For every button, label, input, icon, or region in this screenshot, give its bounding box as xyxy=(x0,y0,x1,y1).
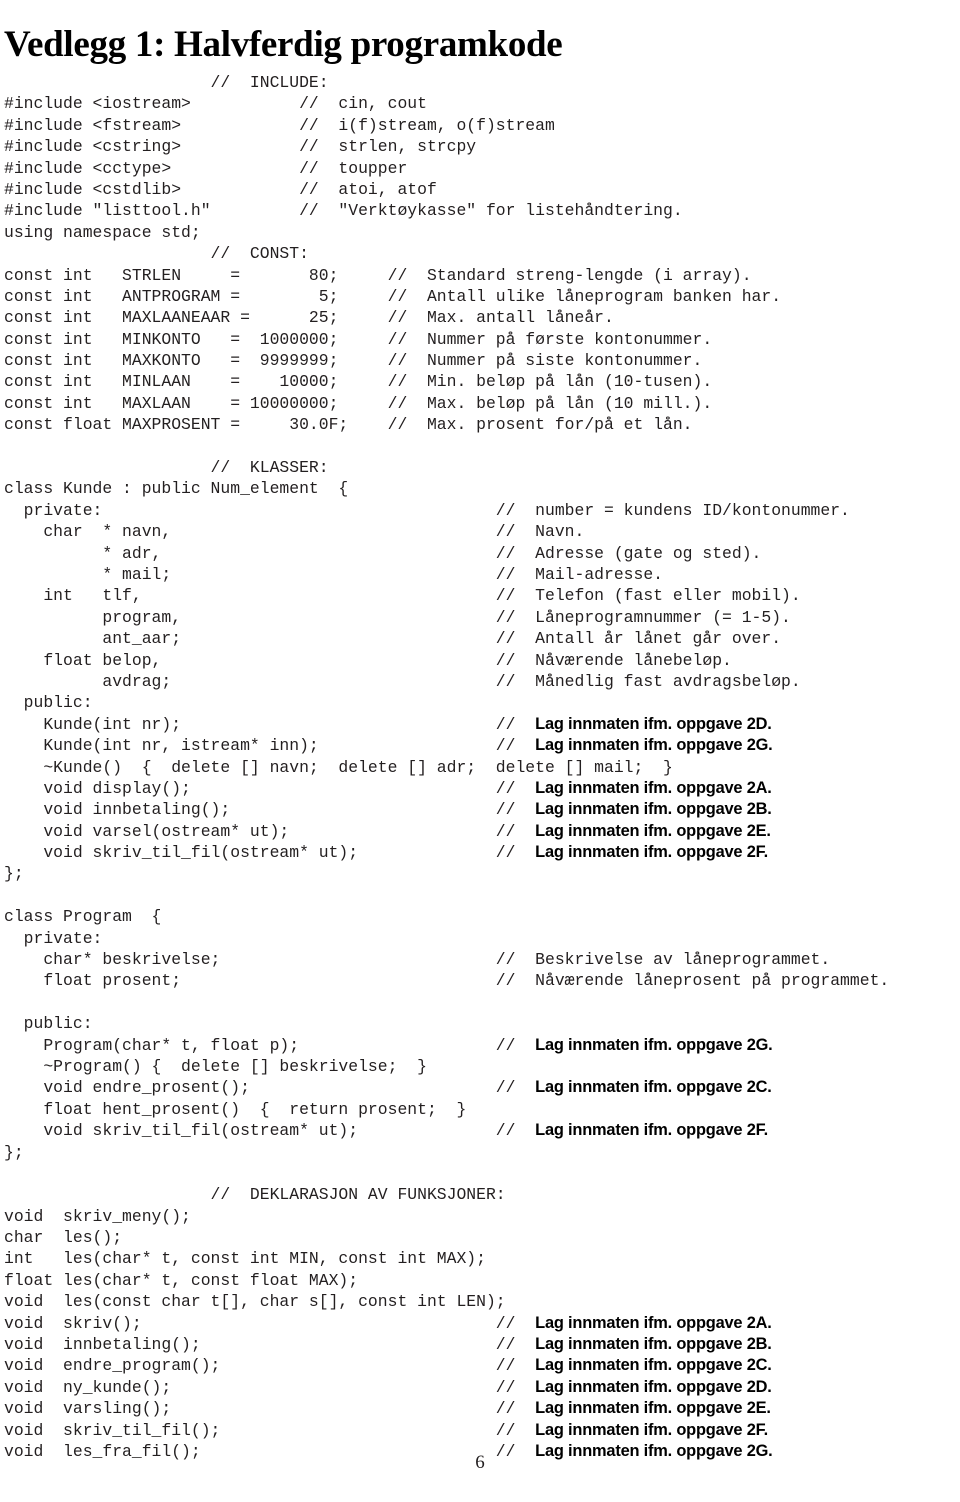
program-public-label: public: xyxy=(4,1014,93,1034)
include-line: #include <iostream> // cin, cout xyxy=(4,94,427,114)
const-line: const int ANTPROGRAM = 5; // Antall ulik… xyxy=(4,286,782,306)
const-line: const float MAXPROSENT = 30.0F; // Max. … xyxy=(4,415,693,435)
program-method: void endre_prosent(); // Lag innmaten if… xyxy=(4,1078,772,1098)
const-line: const int MINLAAN = 10000; // Min. beløp… xyxy=(4,372,713,392)
function-declaration: void innbetaling(); // Lag innmaten ifm.… xyxy=(4,1335,772,1355)
kunde-method: Kunde(int nr, istream* inn); // Lag innm… xyxy=(4,736,773,756)
kunde-method: void varsel(ostream* ut); // Lag innmate… xyxy=(4,821,771,841)
document-page: Vedlegg 1: Halvferdig programkode // INC… xyxy=(0,0,960,1502)
include-line: #include <fstream> // i(f)stream, o(f)st… xyxy=(4,115,555,135)
task-note: Lag innmaten ifm. oppgave 2A. xyxy=(535,778,772,797)
kunde-member: avdrag; // Månedlig fast avdragsbeløp. xyxy=(4,671,801,691)
kunde-member: int tlf, // Telefon (fast eller mobil). xyxy=(4,586,801,606)
task-note: Lag innmaten ifm. oppgave 2G. xyxy=(535,736,773,755)
program-member: float prosent; // Nåværende låneprosent … xyxy=(4,971,890,991)
include-line: #include <cstring> // strlen, strcpy xyxy=(4,137,477,157)
task-note: Lag innmaten ifm. oppgave 2E. xyxy=(535,1399,771,1418)
code-listing: // INCLUDE: #include <iostream> // cin, c… xyxy=(4,72,956,1462)
const-line: const int STRLEN = 80; // Standard stren… xyxy=(4,265,752,285)
kunde-member: program, // Låneprogramnummer (= 1-5). xyxy=(4,607,791,627)
function-declaration: void skriv_meny(); xyxy=(4,1206,496,1226)
task-note: Lag innmaten ifm. oppgave 2E. xyxy=(535,821,771,840)
kunde-member: ant_aar; // Antall år lånet går over. xyxy=(4,629,782,649)
task-note: Lag innmaten ifm. oppgave 2B. xyxy=(535,1335,772,1354)
kunde-member: float belop, // Nåværende lånebeløp. xyxy=(4,650,732,670)
function-declaration: int les(char* t, const int MIN, const in… xyxy=(4,1249,496,1269)
kunde-method: Kunde(int nr); // Lag innmaten ifm. oppg… xyxy=(4,714,772,734)
program-method: float hent_prosent() { return prosent; } xyxy=(4,1099,496,1119)
task-note: Lag innmaten ifm. oppgave 2A. xyxy=(535,1313,772,1332)
task-note: Lag innmaten ifm. oppgave 2F. xyxy=(535,843,768,862)
const-line: const int MAXLAAN = 10000000; // Max. be… xyxy=(4,393,713,413)
task-note: Lag innmaten ifm. oppgave 2B. xyxy=(535,800,772,819)
function-declaration: void les(const char t[], char s[], const… xyxy=(4,1292,506,1312)
kunde-method: void skriv_til_fil(ostream* ut); // Lag … xyxy=(4,843,768,863)
section-header-klasser: // KLASSER: xyxy=(4,458,329,478)
task-note: Lag innmaten ifm. oppgave 2D. xyxy=(535,714,772,733)
kunde-method: ~Kunde() { delete [] navn; delete [] adr… xyxy=(4,757,673,777)
kunde-member: * adr, // Adresse (gate og sted). xyxy=(4,543,762,563)
program-member: char* beskrivelse; // Beskrivelse av lån… xyxy=(4,950,831,970)
class-kunde-declaration: class Kunde : public Num_element { xyxy=(4,479,349,499)
kunde-public-label: public: xyxy=(4,693,93,713)
section-header-include: // INCLUDE: xyxy=(4,73,329,92)
const-line: const int MAXKONTO = 9999999; // Nummer … xyxy=(4,351,703,371)
class-program-declaration: class Program { xyxy=(4,907,162,927)
function-declaration: void endre_program(); // Lag innmaten if… xyxy=(4,1356,772,1376)
class-kunde-close: }; xyxy=(4,864,24,884)
const-line: const int MINKONTO = 1000000; // Nummer … xyxy=(4,329,713,349)
page-title: Vedlegg 1: Halvferdig programkode xyxy=(4,23,563,65)
task-note: Lag innmaten ifm. oppgave 2G. xyxy=(535,1035,773,1054)
function-declaration: void skriv_til_fil(); // Lag innmaten if… xyxy=(4,1420,768,1440)
program-method: ~Program() { delete [] beskrivelse; } xyxy=(4,1056,496,1076)
function-declaration: void varsling(); // Lag innmaten ifm. op… xyxy=(4,1399,771,1419)
task-note: Lag innmaten ifm. oppgave 2F. xyxy=(535,1420,768,1439)
const-line: const int MAXLAANEAAR = 25; // Max. anta… xyxy=(4,308,614,328)
task-note: Lag innmaten ifm. oppgave 2F. xyxy=(535,1121,768,1140)
page-number: 6 xyxy=(475,1452,485,1473)
include-line: #include <cctype> // toupper xyxy=(4,158,408,178)
kunde-member: char * navn, // Navn. xyxy=(4,522,585,542)
function-declaration: float les(char* t, const float MAX); xyxy=(4,1270,496,1290)
kunde-member: * mail; // Mail-adresse. xyxy=(4,564,664,584)
include-line: #include <cstdlib> // atoi, atof xyxy=(4,179,437,199)
include-line: using namespace std; xyxy=(4,222,201,242)
section-header-const: // CONST: xyxy=(4,244,309,264)
kunde-method: void innbetaling(); // Lag innmaten ifm.… xyxy=(4,800,772,820)
include-line: #include "listtool.h" // "Verktøykasse" … xyxy=(4,201,683,221)
class-program-close: }; xyxy=(4,1142,24,1162)
kunde-private-label: private: // number = kundens ID/kontonum… xyxy=(4,500,850,520)
function-declaration: char les(); xyxy=(4,1228,496,1248)
function-declaration: void skriv(); // Lag innmaten ifm. oppga… xyxy=(4,1313,772,1333)
task-note: Lag innmaten ifm. oppgave 2C. xyxy=(535,1078,772,1097)
program-method: void skriv_til_fil(ostream* ut); // Lag … xyxy=(4,1121,768,1141)
program-method: Program(char* t, float p); // Lag innmat… xyxy=(4,1035,773,1055)
function-declaration: void ny_kunde(); // Lag innmaten ifm. op… xyxy=(4,1377,772,1397)
section-header-funksjoner: // DEKLARASJON AV FUNKSJONER: xyxy=(4,1185,506,1205)
kunde-method: void display(); // Lag innmaten ifm. opp… xyxy=(4,778,772,798)
task-note: Lag innmaten ifm. oppgave 2C. xyxy=(535,1356,772,1375)
task-note: Lag innmaten ifm. oppgave 2D. xyxy=(535,1377,772,1396)
program-private-label: private: xyxy=(4,928,103,948)
